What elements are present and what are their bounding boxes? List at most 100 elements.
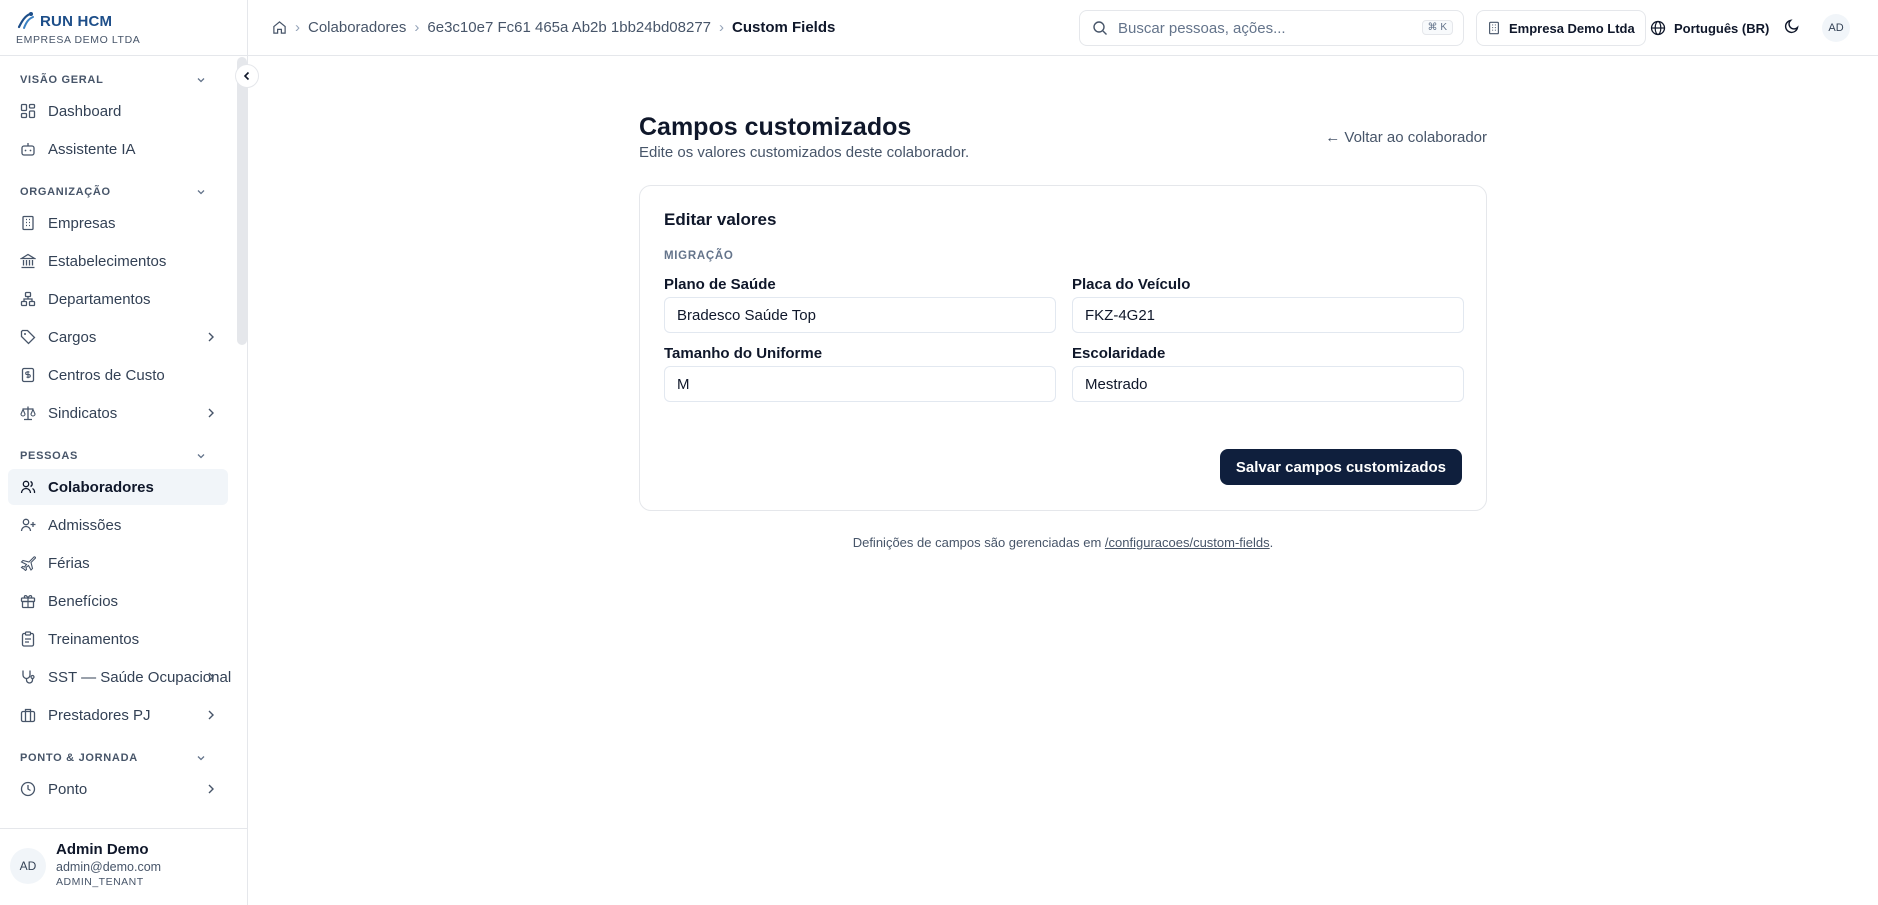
tag-icon — [20, 329, 36, 345]
user-email: admin@demo.com — [56, 860, 162, 874]
collapse-sidebar-button[interactable] — [235, 64, 259, 88]
back-to-employee-link[interactable]: ← Voltar ao colaborador — [1325, 129, 1487, 146]
field-label: Plano de Saúde — [664, 276, 776, 293]
chevron-right-icon — [208, 332, 214, 342]
sidebar-item-beneficios[interactable]: Benefícios — [8, 583, 228, 619]
breadcrumb: › Colaboradores › 6e3c10e7 Fc61 465a Ab2… — [272, 19, 835, 36]
sidebar-item-label: Colaboradores — [48, 478, 154, 496]
custom-fields-card: Editar valores MIGRAÇÃO Plano de Saúde P… — [639, 185, 1487, 511]
sidebar-item-ferias[interactable]: Férias — [8, 545, 228, 581]
brand-company: EMPRESA DEMO LTDA — [16, 34, 141, 46]
chevron-right-icon — [208, 408, 214, 418]
chevron-right-icon — [208, 784, 214, 794]
breadcrumb-separator: › — [719, 19, 724, 36]
sidebar-item-departamentos[interactable]: Departamentos — [8, 281, 228, 317]
logo[interactable]: RUN HCM — [16, 10, 247, 32]
section-label: PONTO & JORNADA — [20, 752, 138, 764]
avatar: AD — [10, 848, 46, 884]
brand: RUN HCM EMPRESA DEMO LTDA — [0, 0, 247, 56]
section-organizacao[interactable]: ORGANIZAÇÃO — [0, 181, 236, 203]
sidebar-item-label: Ponto — [48, 780, 88, 798]
search-icon — [1093, 21, 1107, 35]
building-icon — [1489, 21, 1499, 35]
sidebar-item-label: Férias — [48, 554, 90, 572]
field-escolaridade: Escolaridade — [1072, 345, 1464, 402]
field-placa-do-veiculo: Placa do Veículo — [1072, 276, 1464, 333]
chevron-down-icon — [197, 756, 205, 761]
sidebar-item-label: Benefícios — [48, 592, 119, 610]
landmark-icon — [20, 253, 36, 269]
section-ponto-jornada[interactable]: PONTO & JORNADA — [0, 747, 236, 769]
chevron-left-icon — [243, 71, 250, 81]
field-label: Placa do Veículo — [1072, 276, 1191, 293]
field-label: Escolaridade — [1072, 345, 1166, 362]
field-group-label: MIGRAÇÃO — [664, 250, 734, 262]
briefcase-icon — [20, 708, 36, 723]
footnote-text: Definições de campos são gerenciadas em — [852, 535, 1105, 550]
sidebar-scrollbar[interactable] — [237, 57, 247, 345]
escolaridade-input[interactable] — [1072, 366, 1464, 402]
plano-de-saude-input[interactable] — [664, 297, 1056, 333]
chevron-right-icon — [208, 672, 214, 682]
network-icon — [20, 291, 36, 307]
sidebar-item-assistente-ia[interactable]: Assistente IA — [8, 131, 228, 167]
breadcrumb-colaborador-id[interactable]: 6e3c10e7 Fc61 465a Ab2b 1bb24bd08277 — [427, 19, 711, 36]
home-icon[interactable] — [272, 20, 287, 35]
user-profile[interactable]: AD Admin Demo admin@demo.com ADMIN_TENAN… — [0, 828, 247, 905]
breadcrumb-colaboradores[interactable]: Colaboradores — [308, 19, 406, 36]
search-placeholder: Buscar pessoas, ações... — [1118, 19, 1286, 37]
sidebar-item-ponto[interactable]: Ponto — [8, 771, 228, 807]
sidebar-item-label: Admissões — [48, 516, 122, 534]
sidebar-item-label: Estabelecimentos — [48, 252, 167, 270]
building-icon — [22, 215, 34, 231]
logo-icon — [16, 11, 38, 31]
language-label: Português (BR) — [1674, 20, 1770, 36]
globe-icon — [1650, 20, 1666, 36]
brand-name: RUN HCM — [40, 12, 113, 30]
breadcrumb-current: Custom Fields — [732, 19, 836, 36]
user-plus-icon — [20, 518, 36, 532]
page-subtitle: Edite os valores customizados deste cola… — [639, 144, 970, 161]
placa-do-veiculo-input[interactable] — [1072, 297, 1464, 333]
receipt-icon — [21, 367, 35, 383]
field-label: Tamanho do Uniforme — [664, 345, 823, 362]
dashboard-icon — [20, 103, 36, 119]
search-input[interactable]: Buscar pessoas, ações... ⌘ K — [1079, 10, 1464, 46]
sidebar-item-label: Sindicatos — [48, 404, 118, 422]
top-header: › Colaboradores › 6e3c10e7 Fc61 465a Ab2… — [248, 0, 1878, 56]
theme-toggle-button[interactable] — [1784, 18, 1800, 34]
sidebar-item-sindicatos[interactable]: Sindicatos — [8, 395, 228, 431]
scale-icon — [20, 406, 36, 421]
sidebar-item-colaboradores[interactable]: Colaboradores — [8, 469, 228, 505]
sidebar-item-label: Dashboard — [48, 102, 122, 120]
breadcrumb-separator: › — [414, 19, 420, 36]
language-switcher-button[interactable]: Português (BR) — [1650, 10, 1769, 46]
sidebar-item-admissoes[interactable]: Admissões — [8, 507, 228, 543]
sidebar-item-treinamentos[interactable]: Treinamentos — [8, 621, 228, 657]
section-pessoas[interactable]: PESSOAS — [0, 445, 236, 467]
field-plano-de-saude: Plano de Saúde — [664, 276, 1056, 333]
sidebar-item-label: Centros de Custo — [48, 366, 165, 384]
avatar[interactable]: AD — [1822, 14, 1850, 42]
tamanho-do-uniforme-input[interactable] — [664, 366, 1056, 402]
sidebar-item-label: Cargos — [48, 328, 97, 346]
sidebar-item-cargos[interactable]: Cargos — [8, 319, 228, 355]
footnote-suffix: . — [1269, 535, 1274, 550]
custom-fields-settings-link[interactable]: /configuracoes/custom-fields — [1105, 535, 1270, 550]
breadcrumb-separator: › — [295, 19, 300, 36]
card-title: Editar valores — [664, 210, 777, 229]
company-name: Empresa Demo Ltda — [1509, 20, 1635, 36]
sidebar-item-centros-de-custo[interactable]: Centros de Custo — [8, 357, 228, 393]
save-custom-fields-button[interactable]: Salvar campos customizados — [1219, 449, 1462, 485]
sidebar-item-empresas[interactable]: Empresas — [8, 205, 228, 241]
section-visao-geral[interactable]: VISÃO GERAL — [0, 69, 236, 91]
bot-icon — [21, 143, 35, 156]
sidebar-item-prestadores-pj[interactable]: Prestadores PJ — [8, 697, 228, 733]
field-tamanho-do-uniforme: Tamanho do Uniforme — [664, 345, 1056, 402]
sidebar-item-sst[interactable]: SST — Saúde Ocupacional — [8, 659, 231, 695]
user-name: Admin Demo — [56, 841, 149, 858]
sidebar-item-dashboard[interactable]: Dashboard — [8, 93, 228, 129]
sidebar-item-estabelecimentos[interactable]: Estabelecimentos — [8, 243, 228, 279]
search-shortcut: ⌘ K — [1421, 20, 1453, 35]
company-switcher-button[interactable]: Empresa Demo Ltda — [1476, 10, 1646, 46]
